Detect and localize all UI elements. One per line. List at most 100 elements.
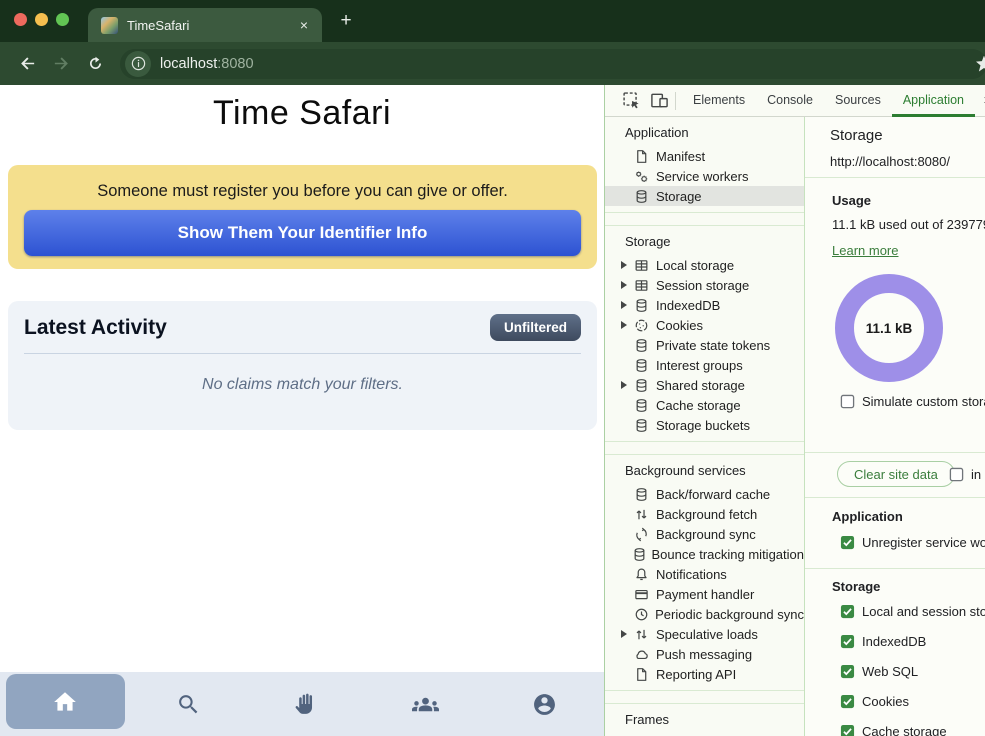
sidebar-section-background-services: Background services Back/forward cache Bac… <box>605 454 804 691</box>
database-icon <box>634 378 654 393</box>
devtools-tab-elements[interactable]: Elements <box>682 85 756 117</box>
new-tab-button[interactable]: + <box>333 10 359 32</box>
checkbox-checked-icon[interactable] <box>840 664 855 679</box>
checkbox-label: Unregister service wor <box>862 535 985 550</box>
browser-tab[interactable]: TimeSafari × <box>88 8 322 42</box>
sidebar-item-bounce-tracking-mitigation[interactable]: Bounce tracking mitigation <box>605 544 804 564</box>
checkbox-checked-icon[interactable] <box>840 535 855 550</box>
database-icon <box>634 338 654 353</box>
panel-divider <box>805 177 985 178</box>
sidebar-item-reporting-api[interactable]: Reporting API <box>605 664 804 684</box>
sidebar-item-push-messaging[interactable]: Push messaging <box>605 644 804 664</box>
sidebar-item-background-sync[interactable]: Background sync <box>605 524 804 544</box>
reload-button[interactable] <box>78 48 112 80</box>
checkbox-in[interactable]: in <box>949 467 981 482</box>
usage-donut-label: 11.1 kB <box>866 321 913 336</box>
expand-arrow-icon[interactable] <box>621 630 627 638</box>
payment-card-icon <box>634 587 654 602</box>
nav-home-button[interactable] <box>6 674 125 729</box>
show-identifier-info-button[interactable]: Show Them Your Identifier Info <box>24 210 581 256</box>
sidebar-item-cache-storage[interactable]: Cache storage <box>605 395 804 415</box>
sidebar-section-title: Background services <box>605 455 804 484</box>
checkbox-simulate-custom-stora[interactable]: Simulate custom stora <box>840 394 985 409</box>
traffic-light-zoom-button[interactable] <box>56 13 69 26</box>
checkbox-label: Cache storage <box>862 724 947 736</box>
checkbox-checked-icon[interactable] <box>840 634 855 649</box>
nav-profile-button[interactable] <box>485 672 604 736</box>
checkbox-checked-icon[interactable] <box>840 604 855 619</box>
hand-icon <box>294 692 319 717</box>
back-button[interactable] <box>10 48 44 80</box>
clear-site-data-button[interactable]: Clear site data <box>837 461 955 487</box>
devtools-panel: ElementsConsoleSourcesApplication » Appl… <box>604 85 985 736</box>
inspect-element-icon[interactable] <box>617 88 645 114</box>
expand-arrow-icon[interactable] <box>621 281 627 289</box>
nav-search-button[interactable] <box>129 672 248 736</box>
sidebar-item-label: Periodic background sync <box>655 607 804 622</box>
device-toolbar-icon[interactable] <box>645 88 673 114</box>
devtools-sidebar: ApplicationManifestService workersStorag… <box>605 117 805 736</box>
checkbox-cookies[interactable]: Cookies <box>840 694 909 709</box>
devtools-tab-sources[interactable]: Sources <box>824 85 892 117</box>
sidebar-item-label: Cookies <box>656 318 703 333</box>
checkbox-web-sql[interactable]: Web SQL <box>840 664 918 679</box>
tab-close-icon[interactable]: × <box>296 16 312 34</box>
browser-window: TimeSafari × + localhost:8080 Time Safa <box>0 0 985 736</box>
sidebar-item-storage-buckets[interactable]: Storage buckets <box>605 415 804 435</box>
database-icon <box>632 547 649 562</box>
home-icon <box>52 689 78 715</box>
nav-hand-button[interactable] <box>248 672 367 736</box>
checkbox-checked-icon[interactable] <box>840 694 855 709</box>
expand-arrow-icon[interactable] <box>621 381 627 389</box>
checkbox-indexeddb[interactable]: IndexedDB <box>840 634 926 649</box>
sidebar-item-session-storage[interactable]: Session storage <box>605 275 804 295</box>
sidebar-item-shared-storage[interactable]: Shared storage <box>605 375 804 395</box>
forward-button[interactable] <box>44 48 78 80</box>
up-down-arrows-icon <box>634 507 654 522</box>
sidebar-item-manifest[interactable]: Manifest <box>605 146 804 166</box>
sidebar-item-local-storage[interactable]: Local storage <box>605 255 804 275</box>
tab-favicon <box>101 17 118 34</box>
site-info-icon[interactable] <box>125 51 151 77</box>
sidebar-item-speculative-loads[interactable]: Speculative loads <box>605 624 804 644</box>
sidebar-item-payment-handler[interactable]: Payment handler <box>605 584 804 604</box>
sidebar-item-back-forward-cache[interactable]: Back/forward cache <box>605 484 804 504</box>
sync-icon <box>634 527 654 542</box>
sidebar-item-periodic-background-sync[interactable]: Periodic background sync <box>605 604 804 624</box>
traffic-light-minimize-button[interactable] <box>35 13 48 26</box>
sidebar-item-interest-groups[interactable]: Interest groups <box>605 355 804 375</box>
expand-arrow-icon[interactable] <box>621 261 627 269</box>
sidebar-item-storage[interactable]: Storage <box>605 186 804 206</box>
address-bar[interactable]: localhost:8080 <box>120 49 985 79</box>
expand-arrow-icon[interactable] <box>621 321 627 329</box>
database-icon <box>634 298 654 313</box>
devtools-tab-console[interactable]: Console <box>756 85 824 117</box>
sidebar-item-label: Interest groups <box>656 358 743 373</box>
learn-more-link[interactable]: Learn more <box>832 243 898 258</box>
sidebar-item-private-state-tokens[interactable]: Private state tokens <box>605 335 804 355</box>
checkbox-unregister-service-wor[interactable]: Unregister service wor <box>840 535 985 550</box>
sidebar-item-label: Back/forward cache <box>656 487 770 502</box>
sidebar-item-background-fetch[interactable]: Background fetch <box>605 504 804 524</box>
manifest-file-icon <box>634 667 654 682</box>
webpage-viewport: Time Safari Someone must register you be… <box>0 85 604 736</box>
unfiltered-filter-button[interactable]: Unfiltered <box>490 314 581 341</box>
devtools-tab-application[interactable]: Application <box>892 85 975 117</box>
sidebar-item-cookies[interactable]: Cookies <box>605 315 804 335</box>
sidebar-section-title: Storage <box>605 226 804 255</box>
checkbox-checked-icon[interactable] <box>840 724 855 736</box>
checkbox-cache-storage[interactable]: Cache storage <box>840 724 947 736</box>
sidebar-item-notifications[interactable]: Notifications <box>605 564 804 584</box>
sidebar-item-service-workers[interactable]: Service workers <box>605 166 804 186</box>
url-text: localhost:8080 <box>160 56 254 72</box>
sidebar-item-indexeddb[interactable]: IndexedDB <box>605 295 804 315</box>
checkbox-unchecked-icon[interactable] <box>949 467 964 482</box>
alert-message: Someone must register you before you can… <box>8 165 597 201</box>
checkbox-unchecked-icon[interactable] <box>840 394 855 409</box>
traffic-light-close-button[interactable] <box>14 13 27 26</box>
expand-arrow-icon[interactable] <box>621 301 627 309</box>
checkbox-local-and-session-stora[interactable]: Local and session stora <box>840 604 985 619</box>
sidebar-item-label: Storage buckets <box>656 418 750 433</box>
nav-people-button[interactable] <box>366 672 485 736</box>
page-title: Time Safari <box>0 94 604 133</box>
